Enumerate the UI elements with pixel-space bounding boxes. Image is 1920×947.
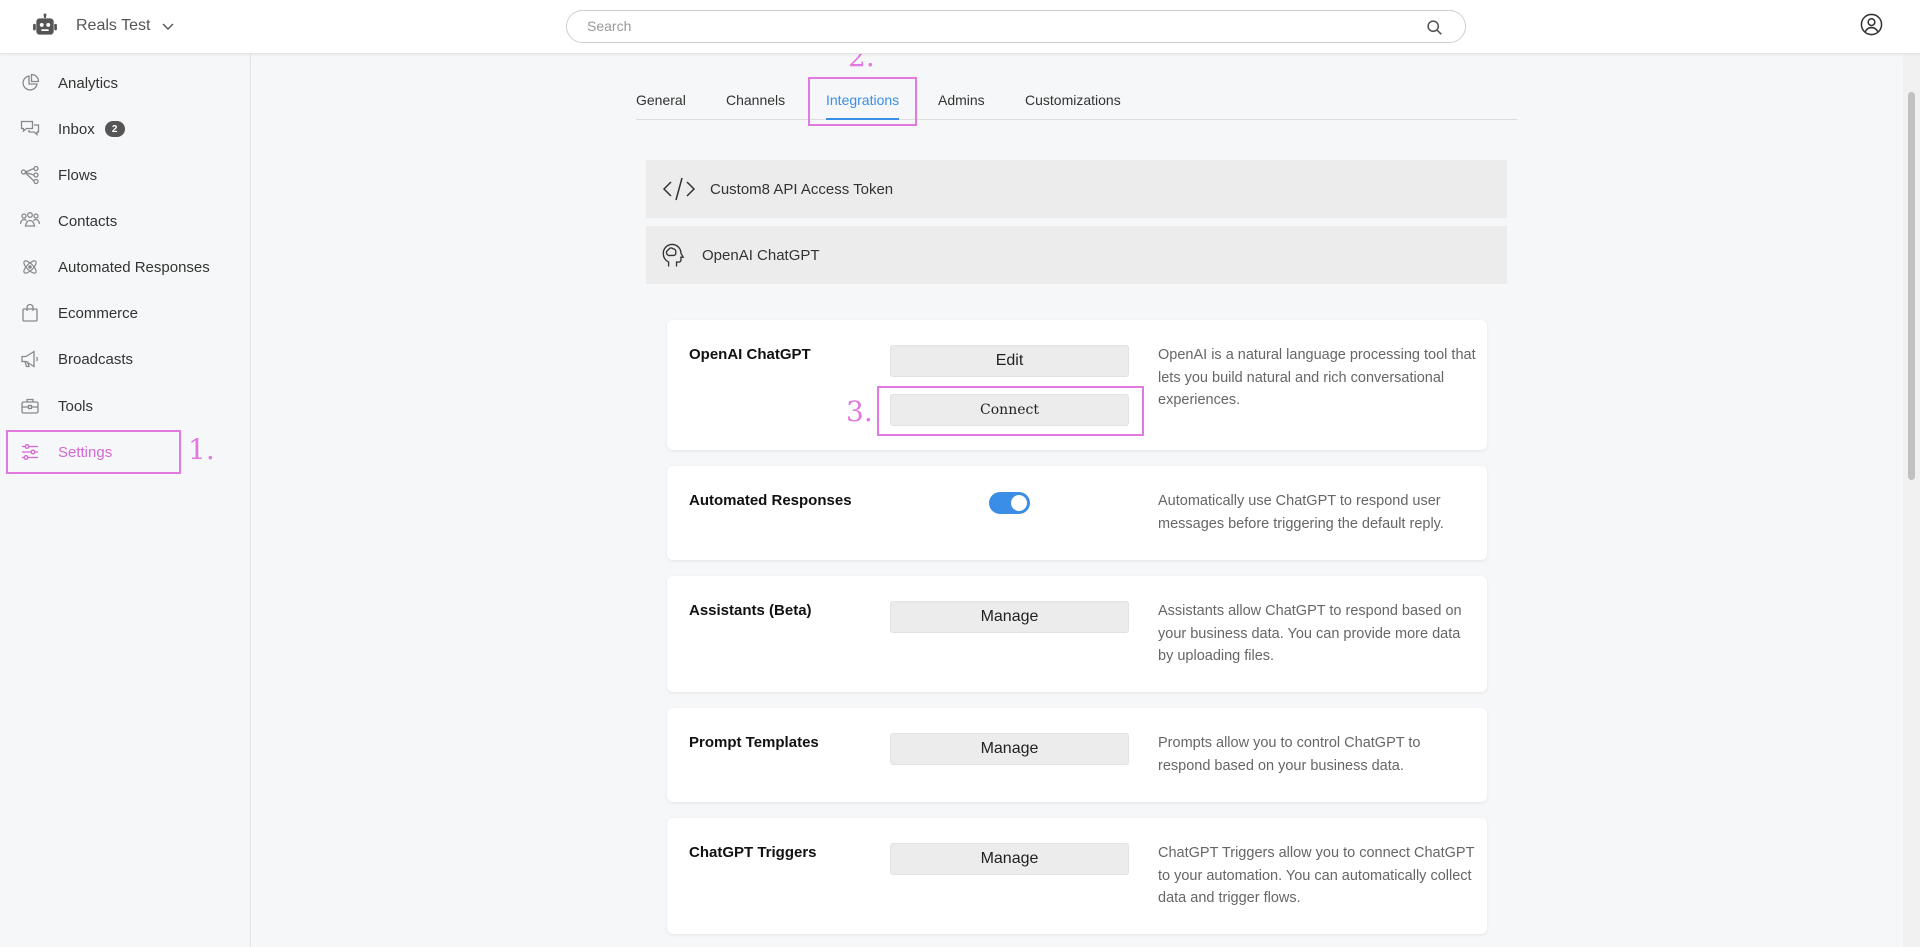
code-icon [662,177,696,201]
sidebar-item-broadcasts[interactable]: Broadcasts [20,344,133,374]
sidebar-item-label: Automated Responses [58,258,210,276]
scrollbar-thumb[interactable] [1908,92,1915,480]
tab-channels[interactable]: Channels [726,92,785,108]
card-chatgpt-triggers: ChatGPT Triggers Manage ChatGPT Triggers… [667,818,1487,934]
sidebar-item-contacts[interactable]: Contacts [20,206,117,236]
contacts-icon [20,212,40,227]
card-title: OpenAI ChatGPT [689,346,811,363]
top-bar: Reals Test [0,0,1920,54]
manage-triggers-button[interactable]: Manage [890,843,1129,875]
sidebar-item-tools[interactable]: Tools [20,391,93,421]
shopping-bag-icon [22,303,38,322]
workspace-switcher[interactable]: Reals Test [32,13,176,39]
integration-custom8-api[interactable]: Custom8 API Access Token [646,160,1507,218]
card-prompt-templates: Prompt Templates Manage Prompts allow yo… [667,708,1487,802]
sidebar-item-label: Flows [58,166,98,184]
annotation-step-3: 3. [846,395,873,428]
toggle-knob [1011,495,1027,511]
edit-button[interactable]: Edit [890,345,1129,377]
page-scrollbar[interactable] [1903,54,1920,947]
sidebar-item-label: Inbox [58,120,95,138]
integration-openai-chatgpt[interactable]: OpenAI ChatGPT [646,226,1507,284]
sidebar: Analytics Inbox 2 Flows Contacts Automat… [0,54,251,947]
manage-prompts-button[interactable]: Manage [890,733,1129,765]
brain-head-icon [662,243,685,267]
pie-chart-icon [22,73,40,91]
workspace-name: Reals Test [76,17,151,34]
integration-label: Custom8 API Access Token [710,180,894,198]
card-title: Prompt Templates [689,734,819,751]
robot-icon [33,13,57,35]
search-input[interactable] [587,18,1407,34]
manage-assistants-button[interactable]: Manage [890,601,1129,633]
annotation-box-integrations [808,77,917,126]
card-assistants: Assistants (Beta) Manage Assistants allo… [667,576,1487,692]
card-title: Automated Responses [689,492,852,509]
atom-icon [23,260,37,274]
inbox-count-badge: 2 [104,121,125,137]
sidebar-item-label: Ecommerce [58,304,139,322]
card-automated-responses: Automated Responses Automatically use Ch… [667,466,1487,560]
card-description: ChatGPT Triggers allow you to connect Ch… [1158,845,1475,906]
chat-icon [20,120,40,136]
annotation-box-connect [877,386,1144,436]
sidebar-item-label: Tools [58,397,94,415]
sidebar-item-label: Analytics [58,74,119,92]
card-title: ChatGPT Triggers [689,844,817,861]
annotation-step-1: 1. [188,433,215,466]
sidebar-item-label: Contacts [58,212,118,230]
card-description: OpenAI is a natural language processing … [1158,347,1476,408]
settings-tabs: General Channels Integrations Admins Cus… [636,80,1517,120]
annotation-box-settings [6,430,181,474]
flows-icon [20,165,39,185]
sidebar-item-label: Broadcasts [58,350,134,368]
search-icon[interactable] [1426,19,1443,36]
megaphone-icon [21,350,38,368]
sidebar-item-automated-responses[interactable]: Automated Responses [20,252,210,282]
sidebar-item-analytics[interactable]: Analytics [20,68,118,98]
card-description: Prompts allow you to control ChatGPT to … [1158,735,1421,774]
sidebar-item-flows[interactable]: Flows [20,160,97,190]
integration-label: OpenAI ChatGPT [702,246,820,264]
automated-responses-toggle[interactable] [989,492,1030,514]
toolbox-icon [21,398,39,414]
card-description: Assistants allow ChatGPT to respond base… [1158,603,1462,664]
chevron-down-icon [162,23,174,30]
sidebar-item-inbox[interactable]: Inbox 2 [20,114,125,144]
tab-admins[interactable]: Admins [938,92,985,108]
tab-customizations[interactable]: Customizations [1025,92,1121,108]
card-title: Assistants (Beta) [689,602,812,619]
tab-general[interactable]: General [636,92,686,108]
card-description: Automatically use ChatGPT to respond use… [1158,493,1444,532]
search-bar[interactable] [566,10,1466,43]
account-icon[interactable] [1860,13,1883,36]
sidebar-item-ecommerce[interactable]: Ecommerce [20,298,138,328]
